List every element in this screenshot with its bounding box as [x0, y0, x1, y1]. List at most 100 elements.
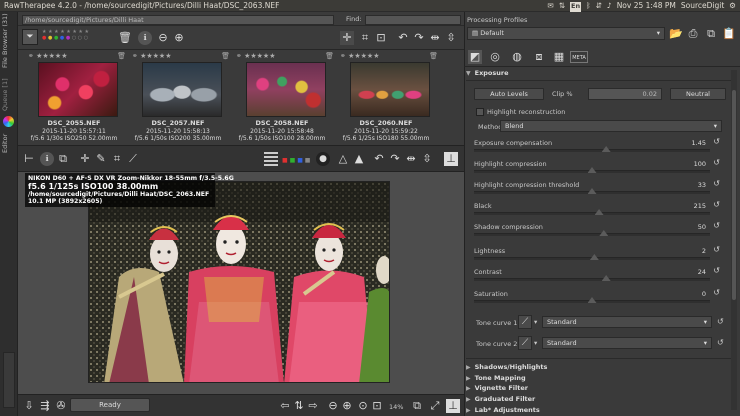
network-icon[interactable]: ⇵ — [596, 0, 602, 12]
slider-track[interactable] — [474, 278, 710, 281]
preview-channels-icon[interactable] — [264, 152, 278, 166]
reset-icon[interactable]: ↺ — [717, 338, 724, 347]
trash-icon[interactable]: 🗑 — [429, 52, 438, 60]
side-scroll[interactable] — [3, 352, 15, 408]
paste-profile-icon[interactable]: 📋 — [722, 27, 736, 41]
clipped-highlights-icon[interactable]: ▲ — [352, 152, 366, 166]
focus-mask-icon[interactable]: ● — [316, 152, 330, 166]
link-icon[interactable]: ⚭ — [28, 52, 34, 60]
thumbnail[interactable]: ⚭ ★★★★★ 🗑 DSC_2060.NEF 2015-11-20 15:59:… — [334, 50, 438, 145]
slider-lightness[interactable]: Lightness 2 ↺ — [472, 245, 722, 266]
highlight-reconstruction-checkbox[interactable] — [476, 108, 484, 116]
open-profile-icon[interactable]: 📂 — [669, 27, 683, 41]
power-icon[interactable]: ⚙ — [729, 0, 736, 12]
slider-contrast[interactable]: Contrast 24 ↺ — [472, 266, 722, 287]
chevron-down-icon[interactable]: ▾ — [534, 318, 537, 326]
color-tab-icon[interactable]: ◍ — [510, 50, 524, 64]
straighten-icon[interactable]: ⟋ — [126, 152, 140, 166]
lab-adjustments-section[interactable]: ▶ Lab* Adjustments — [466, 406, 736, 416]
zoom-100-icon[interactable]: ⊡ — [370, 399, 384, 413]
slider-track[interactable] — [474, 149, 710, 152]
vignette-filter-section[interactable]: ▶ Vignette Filter — [466, 384, 736, 394]
flip-vertical-icon[interactable]: ⇳ — [444, 31, 458, 45]
reset-icon[interactable]: ↺ — [713, 200, 720, 209]
rating-stars[interactable]: ★★★★★ — [36, 52, 67, 60]
slider-value[interactable]: 0 — [702, 290, 706, 298]
tab-file-browser[interactable]: File Browser (31) — [1, 13, 17, 68]
slider-track[interactable] — [474, 233, 710, 236]
reset-icon[interactable]: ↺ — [717, 317, 724, 326]
trash-icon[interactable]: 🗑 — [221, 52, 230, 60]
send-to-editor-icon[interactable]: ✇ — [54, 399, 68, 413]
graduated-filter-section[interactable]: ▶ Graduated Filter — [466, 395, 736, 405]
slider-value[interactable]: 1.45 — [692, 139, 706, 147]
hand-tool-icon[interactable]: ✛ — [340, 31, 354, 45]
channel-dots[interactable]: ■ ■ ■ ■ — [282, 157, 310, 164]
auto-levels-button[interactable]: Auto Levels — [474, 88, 544, 100]
previous-image-icon[interactable]: ⇦ — [278, 399, 292, 413]
info-icon[interactable]: ℹ — [138, 31, 152, 45]
slider-track[interactable] — [474, 212, 710, 215]
queue-add-icon[interactable]: ⇶ — [38, 399, 52, 413]
toggle-right-panel-icon[interactable]: ⊥ — [444, 152, 458, 166]
clip-input[interactable]: 0.02 — [588, 88, 662, 100]
filter-icon[interactable]: ⏷ — [22, 29, 38, 45]
hand-tool-icon[interactable]: ✛ — [78, 152, 92, 166]
save-profile-icon[interactable]: ⎙ — [686, 27, 700, 41]
before-after-icon[interactable]: ⧉ — [56, 152, 70, 166]
link-icon[interactable]: ⚭ — [132, 52, 138, 60]
reset-icon[interactable]: ↺ — [713, 137, 720, 146]
zoom-out-icon[interactable]: ⊖ — [326, 399, 340, 413]
find-input[interactable] — [365, 15, 461, 25]
link-icon[interactable]: ⚭ — [340, 52, 346, 60]
link-icon[interactable]: ⚭ — [236, 52, 242, 60]
save-image-icon[interactable]: ⇩ — [22, 399, 36, 413]
neutral-button[interactable]: Neutral — [670, 88, 726, 100]
reset-icon[interactable]: ↺ — [713, 245, 720, 254]
chevron-down-icon[interactable]: ▾ — [534, 339, 537, 347]
next-image-icon[interactable]: ⇨ — [306, 399, 320, 413]
slider-highlight-compression-threshold[interactable]: Highlight compression threshold 33 ↺ — [472, 179, 722, 200]
rating-stars[interactable]: ★★★★★ — [140, 52, 171, 60]
slider-value[interactable]: 33 — [698, 181, 706, 189]
path-field[interactable]: /home/sourcedigit/Pictures/Dilli Haat — [22, 15, 334, 25]
slider-exposure-compensation[interactable]: Exposure compensation 1.45 ↺ — [472, 137, 722, 158]
slider-value[interactable]: 215 — [694, 202, 706, 210]
flip-horizontal-icon[interactable]: ⇹ — [428, 31, 442, 45]
color-picker-icon[interactable]: ✎ — [94, 152, 108, 166]
trash-icon[interactable]: 🗑 — [117, 52, 126, 60]
rotate-left-icon[interactable]: ↶ — [396, 31, 410, 45]
slider-value[interactable]: 24 — [698, 268, 706, 276]
slider-value[interactable]: 2 — [702, 247, 706, 255]
reset-icon[interactable]: ↺ — [713, 221, 720, 230]
tone-mapping-section[interactable]: ▶ Tone Mapping — [466, 374, 736, 384]
slider-shadow-compression[interactable]: Shadow compression 50 ↺ — [472, 221, 722, 242]
shadows-highlights-section[interactable]: ▶ Shadows/Highlights — [466, 363, 736, 373]
mail-icon[interactable]: ✉ — [547, 0, 553, 12]
volume-icon[interactable]: ♪ — [607, 0, 612, 12]
rotate-left-icon[interactable]: ↶ — [372, 152, 386, 166]
crop-icon[interactable]: ⌗ — [358, 31, 372, 45]
panel-scrollbar[interactable] — [731, 70, 737, 410]
zoom-fit-icon[interactable]: ⊙ — [356, 399, 370, 413]
rotate-right-icon[interactable]: ↷ — [412, 31, 426, 45]
clipped-shadows-icon[interactable]: △ — [336, 152, 350, 166]
copy-profile-icon[interactable]: ⧉ — [704, 27, 718, 41]
tone-curve-2-select[interactable]: Standard ▾ — [542, 337, 712, 349]
scrollbar-thumb[interactable] — [732, 90, 736, 300]
thumbnail[interactable]: ⚭ ★★★★★ 🗑 DSC_2058.NEF 2015-11-20 15:58:… — [230, 50, 334, 145]
keyboard-indicator[interactable]: En — [570, 1, 582, 12]
tone-curve-1-select[interactable]: Standard ▾ — [542, 316, 712, 328]
metadata-tab-icon[interactable]: META — [570, 51, 588, 63]
transform-tab-icon[interactable]: ⧈ — [532, 50, 546, 64]
slider-black[interactable]: Black 215 ↺ — [472, 200, 722, 221]
bluetooth-icon[interactable]: ᛒ — [586, 0, 591, 12]
photo-preview[interactable] — [88, 181, 390, 383]
method-select[interactable]: Blend ▾ — [500, 120, 722, 132]
exposure-tab-icon[interactable]: ◩ — [468, 50, 482, 64]
thumbnail[interactable]: ⚭ ★★★★★ 🗑 DSC_2057.NEF 2015-11-20 15:58:… — [126, 50, 230, 145]
straighten-icon[interactable]: ⊡ — [374, 31, 388, 45]
trash-icon[interactable]: 🗑 — [325, 52, 334, 60]
zoom-in-icon[interactable]: ⊕ — [340, 399, 354, 413]
rating-stars[interactable]: ★★★★★ — [348, 52, 379, 60]
